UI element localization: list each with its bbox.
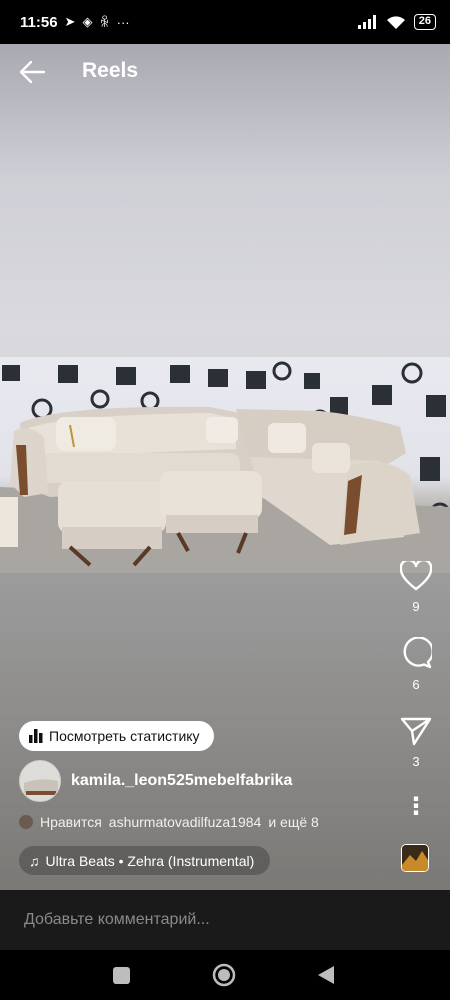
triangle-back-icon — [318, 966, 334, 984]
share-button[interactable]: 3 — [398, 716, 434, 769]
heart-icon — [400, 561, 432, 591]
likes-prefix: Нравится — [40, 814, 102, 830]
system-nav-bar — [0, 950, 450, 1000]
top-bar: Reels — [0, 44, 450, 100]
likes-user[interactable]: ashurmatovadilfuza1984 — [109, 814, 262, 830]
sofa-image — [0, 361, 450, 573]
author-username[interactable]: kamila._leon525mebelfabrika — [71, 772, 292, 790]
status-right: 26 — [357, 14, 436, 30]
more-options-icon[interactable]: ⋮ — [398, 792, 434, 821]
status-left: 11:56 ➤ ◈ ꆜ ··· — [20, 14, 130, 31]
telegram-icon: ➤ — [64, 14, 76, 29]
music-note-icon: ♫ — [29, 852, 40, 869]
liker-avatar — [19, 815, 33, 829]
comment-count: 6 — [412, 677, 420, 692]
back-arrow-icon[interactable] — [18, 58, 46, 86]
bar-chart-icon — [29, 729, 43, 743]
home-button[interactable] — [209, 960, 239, 990]
audio-thumbnail[interactable] — [401, 844, 429, 872]
vpn-icon: ◈ — [82, 14, 93, 29]
square-icon — [112, 966, 130, 984]
comment-button[interactable]: 6 — [398, 637, 434, 692]
comment-bar — [0, 890, 450, 950]
sofa-photo — [0, 357, 450, 573]
audio-track-label: Ultra Beats • Zehra (Instrumental) — [45, 852, 255, 869]
back-button[interactable] — [311, 960, 341, 990]
reel-video[interactable]: Reels 9 6 3 ⋮ Посмотреть статистику kami… — [0, 44, 450, 890]
view-stats-label: Посмотреть статистику — [49, 728, 200, 744]
avatar[interactable] — [19, 760, 61, 802]
send-icon — [400, 717, 432, 746]
audio-track-button[interactable]: ♫ Ultra Beats • Zehra (Instrumental) — [19, 846, 271, 875]
likes-suffix: и ещё 8 — [268, 814, 319, 830]
comment-input[interactable] — [24, 911, 424, 929]
recent-apps-button[interactable] — [106, 960, 136, 990]
author-row[interactable]: kamila._leon525mebelfabrika — [19, 760, 292, 802]
like-count: 9 — [412, 599, 420, 614]
circle-icon — [212, 963, 236, 987]
status-bar: 11:56 ➤ ◈ ꆜ ··· 26 — [0, 0, 450, 44]
more-notifications-icon: ··· — [116, 14, 130, 30]
comment-bubble-icon — [403, 637, 432, 669]
wifi-icon — [386, 15, 405, 29]
view-stats-button[interactable]: Посмотреть статистику — [19, 721, 214, 751]
odnoklassniki-icon: ꆜ — [99, 14, 110, 30]
like-button[interactable]: 9 — [398, 561, 434, 614]
signal-icon — [357, 15, 376, 29]
status-time: 11:56 — [20, 13, 58, 31]
page-title: Reels — [82, 59, 139, 82]
battery-icon: 26 — [413, 14, 436, 30]
liked-by-row[interactable]: Нравится ashurmatovadilfuza1984 и ещё 8 — [19, 814, 319, 830]
share-count: 3 — [412, 754, 420, 769]
